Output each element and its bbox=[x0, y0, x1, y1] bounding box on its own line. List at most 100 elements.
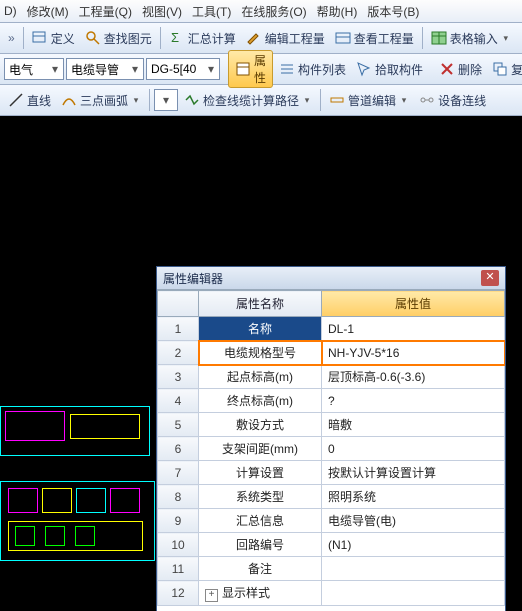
row-number: 3 bbox=[158, 365, 199, 389]
define-button[interactable]: 定义 bbox=[28, 28, 79, 49]
property-editor-dialog: 属性编辑器 ✕ 属性名称 属性值 1名称DL-12电缆规格型号NH-YJV-5*… bbox=[156, 266, 506, 611]
category-input[interactable] bbox=[7, 61, 49, 77]
property-name-cell[interactable]: +显示样式 bbox=[199, 581, 322, 606]
property-value-cell[interactable]: 0 bbox=[322, 437, 505, 461]
chevron-down-icon[interactable]: ▾ bbox=[160, 93, 172, 107]
draw-options-combo[interactable]: ▾ bbox=[154, 89, 178, 111]
property-value-cell[interactable]: ? bbox=[322, 389, 505, 413]
property-row[interactable]: 5敷设方式暗敷 bbox=[158, 413, 505, 437]
view-qty-button[interactable]: 查看工程量 bbox=[331, 28, 418, 49]
property-name-cell[interactable]: 支架间距(mm) bbox=[199, 437, 322, 461]
property-value-cell[interactable]: 层顶标高-0.6(-3.6) bbox=[322, 365, 505, 389]
property-name-cell[interactable]: 回路编号 bbox=[199, 533, 322, 557]
subcategory-input[interactable] bbox=[69, 61, 129, 77]
property-row[interactable]: 2电缆规格型号NH-YJV-5*16 bbox=[158, 341, 505, 365]
component-list-button[interactable]: 构件列表 bbox=[275, 59, 350, 80]
property-row[interactable]: 8系统类型照明系统 bbox=[158, 485, 505, 509]
menu-help[interactable]: 帮助(H) bbox=[317, 3, 358, 20]
menu-quantity[interactable]: 工程量(Q) bbox=[79, 3, 132, 20]
row-number: 7 bbox=[158, 461, 199, 485]
check-path-icon bbox=[184, 92, 200, 108]
edit-qty-button[interactable]: 编辑工程量 bbox=[242, 28, 329, 49]
toolbar-expand-icon[interactable]: » bbox=[4, 31, 19, 45]
pencil-icon bbox=[246, 30, 262, 46]
col-header-name[interactable]: 属性名称 bbox=[199, 291, 322, 317]
properties-button[interactable]: 属性 bbox=[228, 50, 273, 88]
pipe-edit-button[interactable]: 管道编辑▾ bbox=[325, 90, 413, 111]
property-row[interactable]: 4终点标高(m)? bbox=[158, 389, 505, 413]
copy-button[interactable]: 复 bbox=[488, 59, 522, 80]
menu-modify[interactable]: 修改(M) bbox=[27, 3, 69, 20]
arc-button[interactable]: 三点画弧▾ bbox=[57, 90, 145, 111]
property-name-cell[interactable]: 系统类型 bbox=[199, 485, 322, 509]
property-value-cell[interactable] bbox=[322, 581, 505, 606]
chevron-down-icon[interactable]: ▾ bbox=[49, 62, 61, 76]
property-row[interactable]: 7计算设置按默认计算设置计算 bbox=[158, 461, 505, 485]
menu-view[interactable]: 视图(V) bbox=[142, 3, 182, 20]
dialog-titlebar[interactable]: 属性编辑器 ✕ bbox=[157, 267, 505, 290]
properties-icon bbox=[235, 61, 251, 77]
property-row[interactable]: 11备注 bbox=[158, 557, 505, 581]
menu-version[interactable]: 版本号(B) bbox=[367, 3, 419, 20]
property-value-cell[interactable]: DL-1 bbox=[322, 317, 505, 341]
property-value-cell[interactable]: 按默认计算设置计算 bbox=[322, 461, 505, 485]
property-name-cell[interactable]: 备注 bbox=[199, 557, 322, 581]
code-combo[interactable]: ▾ bbox=[146, 58, 220, 80]
chevron-down-icon[interactable]: ▾ bbox=[129, 62, 141, 76]
device-link-button[interactable]: 设备连线 bbox=[415, 90, 490, 111]
property-value-cell[interactable]: 暗敷 bbox=[322, 413, 505, 437]
property-name-cell[interactable]: 计算设置 bbox=[199, 461, 322, 485]
pick-component-button[interactable]: 拾取构件 bbox=[352, 59, 427, 80]
delete-button[interactable]: 删除 bbox=[435, 59, 486, 80]
property-name-cell[interactable]: 终点标高(m) bbox=[199, 389, 322, 413]
property-value-cell[interactable]: 照明系统 bbox=[322, 485, 505, 509]
row-number: 9 bbox=[158, 509, 199, 533]
picker-icon bbox=[356, 61, 372, 77]
row-header-blank bbox=[158, 291, 199, 317]
subcategory-combo[interactable]: ▾ bbox=[66, 58, 144, 80]
property-row[interactable]: 6支架间距(mm)0 bbox=[158, 437, 505, 461]
expand-icon[interactable]: + bbox=[205, 589, 218, 602]
sum-button[interactable]: Σ汇总计算 bbox=[165, 28, 240, 49]
row-number: 8 bbox=[158, 485, 199, 509]
property-row[interactable]: 3起点标高(m)层顶标高-0.6(-3.6) bbox=[158, 365, 505, 389]
menu-tools[interactable]: 工具(T) bbox=[192, 3, 231, 20]
category-combo[interactable]: ▾ bbox=[4, 58, 64, 80]
svg-text:Σ: Σ bbox=[171, 30, 179, 45]
define-icon bbox=[32, 30, 48, 46]
menu-d[interactable]: D) bbox=[4, 4, 17, 18]
find-button[interactable]: 查找图元 bbox=[81, 28, 156, 49]
chevron-down-icon[interactable]: ▾ bbox=[205, 62, 217, 76]
property-row[interactable]: 9汇总信息电缆导管(电) bbox=[158, 509, 505, 533]
check-path-button[interactable]: 检查线缆计算路径▾ bbox=[180, 90, 316, 111]
menu-online[interactable]: 在线服务(O) bbox=[241, 3, 306, 20]
property-row[interactable]: 1名称DL-1 bbox=[158, 317, 505, 341]
chevron-down-icon: ▾ bbox=[501, 33, 511, 44]
line-button[interactable]: 直线 bbox=[4, 90, 55, 111]
chevron-down-icon: ▾ bbox=[302, 95, 312, 106]
property-name-cell[interactable]: 汇总信息 bbox=[199, 509, 322, 533]
property-name-cell[interactable]: 敷设方式 bbox=[199, 413, 322, 437]
toolbar-component: ▾ ▾ ▾ 属性 构件列表 拾取构件 删除 复 bbox=[0, 54, 522, 85]
property-name-cell[interactable]: 起点标高(m) bbox=[199, 365, 322, 389]
property-row[interactable]: 10回路编号(N1) bbox=[158, 533, 505, 557]
dialog-title: 属性编辑器 bbox=[163, 270, 223, 287]
property-grid: 属性名称 属性值 1名称DL-12电缆规格型号NH-YJV-5*163起点标高(… bbox=[157, 290, 505, 606]
drawing-canvas[interactable]: 123 属性编辑器 ✕ 属性名称 属性值 1名称DL-12电缆规格型号NH-YJ… bbox=[0, 116, 522, 611]
toolbar-draw: 直线 三点画弧▾ ▾ 检查线缆计算路径▾ 管道编辑▾ 设备连线 bbox=[0, 85, 522, 116]
property-value-cell[interactable]: 电缆导管(电) bbox=[322, 509, 505, 533]
delete-icon bbox=[439, 61, 455, 77]
property-value-cell[interactable]: NH-YJV-5*16 bbox=[322, 341, 505, 365]
close-button[interactable]: ✕ bbox=[481, 270, 499, 286]
row-number: 6 bbox=[158, 437, 199, 461]
property-value-cell[interactable]: (N1) bbox=[322, 533, 505, 557]
row-number: 1 bbox=[158, 317, 199, 341]
property-value-cell[interactable] bbox=[322, 557, 505, 581]
property-name-cell[interactable]: 电缆规格型号 bbox=[199, 341, 322, 365]
property-row[interactable]: 12+显示样式 bbox=[158, 581, 505, 606]
col-header-value[interactable]: 属性值 bbox=[322, 291, 505, 317]
table-input-button[interactable]: 表格输入▾ bbox=[427, 28, 515, 49]
code-input[interactable] bbox=[149, 61, 205, 77]
property-name-cell[interactable]: 名称 bbox=[199, 317, 322, 341]
eye-list-icon bbox=[335, 30, 351, 46]
